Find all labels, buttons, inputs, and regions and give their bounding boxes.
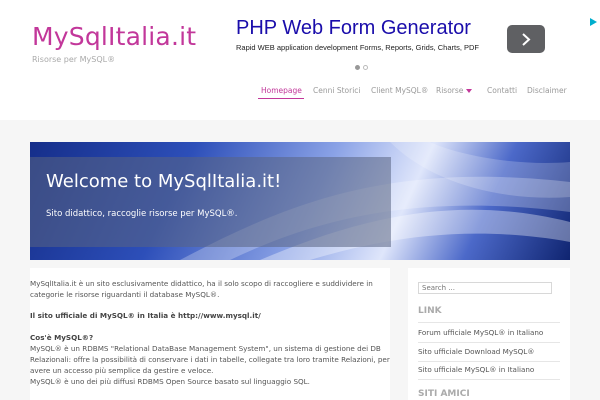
widget-title-link: LINK [418, 306, 442, 316]
official-site-text: Il sito ufficiale di MySQL® in Italia è … [30, 311, 261, 320]
sidebar-link[interactable]: Forum ufficiale MySQL® in Italiano [418, 328, 543, 337]
ad-pagination [355, 55, 371, 74]
nav-item-cenni-storici[interactable]: Cenni Storici [313, 86, 361, 95]
sidebar-link[interactable]: Sito ufficiale MySQL® in Italiano [418, 365, 534, 374]
hero-banner: Welcome to MySqlItalia.it! Sito didattic… [30, 142, 570, 260]
description-text: MySQL® è un RDBMS "Relational DataBase M… [30, 344, 381, 353]
active-nav-indicator [258, 98, 304, 99]
divider [418, 379, 560, 380]
ad-next-button[interactable] [507, 25, 545, 53]
ad-dot[interactable] [363, 65, 368, 70]
divider [418, 342, 560, 343]
section-heading: Cos'è MySQL®? [30, 333, 94, 342]
site-title[interactable]: MySqlItalia.it [32, 22, 196, 51]
sidebar-link[interactable]: Sito ufficiale Download MySQL® [418, 347, 535, 356]
nav-item-risorse[interactable]: Risorse [436, 86, 472, 95]
sidebar: LINK Forum ufficiale MySQL® in Italiano … [408, 268, 570, 400]
description-text: avere un accesso più semplice da gestire… [30, 366, 214, 375]
hero-subtitle: Sito didattico, raccoglie risorse per My… [46, 209, 238, 219]
widget-title-siti-amici: SITI AMICI [418, 389, 470, 399]
hero-title: Welcome to MySqlItalia.it! [46, 171, 282, 192]
nav-item-homepage[interactable]: Homepage [261, 86, 302, 95]
nav-item-label: Risorse [436, 86, 464, 95]
intro-text: categorie le risorse riguardanti il data… [30, 290, 220, 299]
hero-caption: Welcome to MySqlItalia.it! Sito didattic… [30, 157, 391, 247]
ad-dot[interactable] [355, 65, 360, 70]
caret-down-icon [465, 88, 472, 93]
chevron-right-icon [522, 33, 531, 46]
main-navigation: Homepage Cenni Storici Client MySQL® Ris… [0, 86, 600, 100]
intro-text: MySqlItalia.it è un sito esclusivamente … [30, 279, 373, 288]
ad-banner[interactable]: PHP Web Form Generator Rapid WEB applica… [228, 10, 600, 70]
nav-item-disclaimer[interactable]: Disclaimer [527, 86, 567, 95]
ad-title[interactable]: PHP Web Form Generator [236, 17, 471, 40]
main-content: MySqlItalia.it è un sito esclusivamente … [30, 268, 390, 400]
search-input[interactable] [418, 282, 552, 294]
divider [418, 361, 560, 362]
description-text: MySQL® è uno dei più diffusi RDBMS Open … [30, 377, 310, 386]
site-description: Risorse per MySQL® [32, 55, 116, 64]
adchoices-icon[interactable] [588, 17, 598, 27]
description-text: Relazionali: offre la possibilità di con… [30, 355, 390, 364]
nav-item-client-mysql[interactable]: Client MySQL® [371, 86, 428, 95]
nav-item-contatti[interactable]: Contatti [487, 86, 517, 95]
divider [418, 322, 560, 323]
ad-text[interactable]: Rapid WEB application development Forms,… [236, 43, 479, 52]
